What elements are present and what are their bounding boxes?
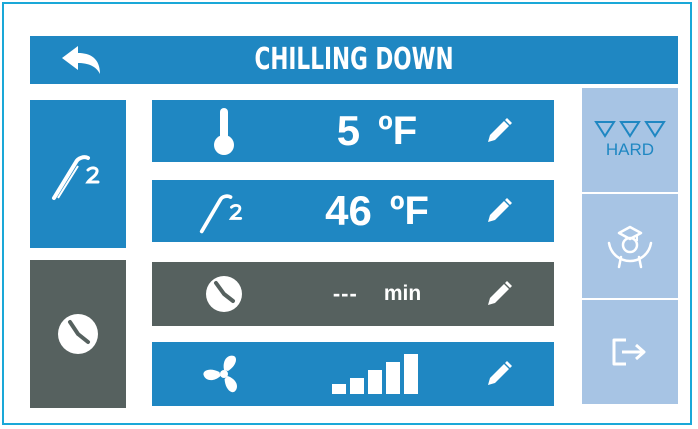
fan-speed-bars bbox=[332, 354, 418, 394]
fan-speed-bar bbox=[404, 354, 418, 394]
exit-icon bbox=[612, 338, 646, 366]
fan-speed-bar bbox=[350, 378, 364, 394]
chef-button[interactable] bbox=[582, 194, 678, 298]
pencil-icon bbox=[488, 198, 512, 222]
air-temperature-unit: ºF bbox=[378, 108, 418, 153]
time-value: --- bbox=[332, 281, 358, 306]
clock-icon bbox=[198, 262, 250, 326]
clock-icon bbox=[58, 314, 98, 354]
probe-mode-button[interactable] bbox=[30, 100, 126, 248]
back-arrow-icon bbox=[62, 46, 100, 74]
triangle-down-icon bbox=[619, 121, 641, 138]
pencil-icon bbox=[488, 118, 512, 142]
fan-speed-row[interactable] bbox=[152, 342, 554, 406]
edit-time-button[interactable] bbox=[474, 262, 524, 326]
probe-temperature-row[interactable]: 46 ºF bbox=[152, 180, 554, 242]
fan-icon bbox=[198, 342, 250, 406]
fan-speed-bar bbox=[368, 370, 382, 394]
probe-icon bbox=[198, 180, 250, 242]
edit-fan-speed-button[interactable] bbox=[474, 342, 524, 406]
back-button[interactable] bbox=[30, 36, 130, 84]
thermometer-icon bbox=[198, 100, 250, 162]
timer-mode-button[interactable] bbox=[30, 260, 126, 408]
fan-speed-bar bbox=[332, 384, 346, 394]
fan-speed-bar bbox=[386, 362, 400, 394]
pencil-icon bbox=[488, 361, 512, 385]
page-title: CHILLING DOWN bbox=[254, 42, 454, 77]
triangle-down-icon bbox=[594, 121, 616, 138]
hardness-indicator bbox=[594, 120, 666, 138]
right-panel: HARD bbox=[582, 88, 678, 404]
hardness-button[interactable]: HARD bbox=[582, 88, 678, 192]
chef-icon bbox=[607, 225, 653, 269]
edit-probe-temperature-button[interactable] bbox=[474, 180, 524, 242]
probe-icon bbox=[52, 155, 100, 200]
triangle-down-icon bbox=[644, 121, 666, 138]
air-temperature-row[interactable]: 5 ºF bbox=[152, 100, 554, 162]
time-row[interactable]: --- min bbox=[152, 262, 554, 326]
exit-button[interactable] bbox=[582, 300, 678, 404]
hardness-label: HARD bbox=[605, 140, 655, 159]
time-unit: min bbox=[383, 282, 422, 305]
edit-air-temperature-button[interactable] bbox=[474, 100, 524, 162]
pencil-icon bbox=[488, 281, 512, 305]
header-bar: CHILLING DOWN bbox=[30, 36, 678, 84]
air-temperature-value: 5 bbox=[336, 107, 361, 154]
probe-temperature-unit: ºF bbox=[389, 188, 429, 233]
probe-temperature-value: 46 bbox=[325, 187, 372, 234]
